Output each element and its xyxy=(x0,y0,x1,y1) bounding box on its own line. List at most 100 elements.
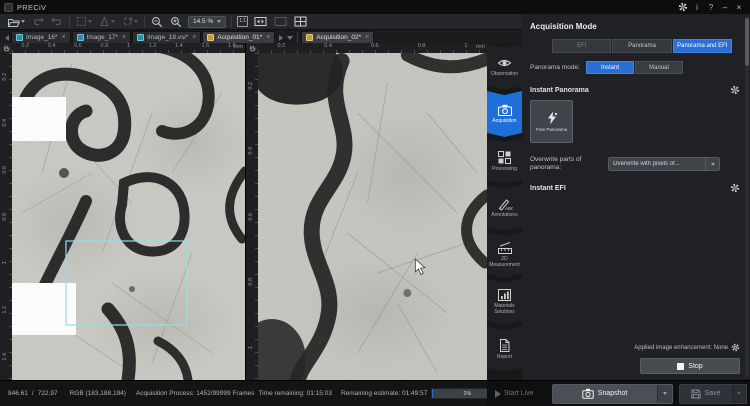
pan-tool-icon xyxy=(0,43,12,53)
tab-close-icon[interactable]: × xyxy=(121,34,126,41)
save-button[interactable]: Save xyxy=(680,385,732,403)
chevron-down-icon xyxy=(737,392,741,395)
horizontal-ruler-right-pane: 0.20.40.60.81 mm xyxy=(258,43,487,53)
tab-list-dropdown-button[interactable] xyxy=(285,32,294,43)
play-icon xyxy=(495,390,501,398)
shape-tool-dropdown-icon[interactable] xyxy=(111,20,115,23)
camera-icon xyxy=(582,388,594,399)
open-file-button[interactable] xyxy=(6,15,26,29)
acquisition-panel: Acquisition Mode EFI Panorama Panorama a… xyxy=(522,14,750,380)
snapshot-dropdown-button[interactable] xyxy=(657,385,672,403)
nav-item-2d-measurement[interactable]: 2D Measurement xyxy=(487,232,522,278)
actual-size-button[interactable]: 1:1 xyxy=(237,16,248,27)
start-live-button[interactable]: Start Live xyxy=(495,390,534,398)
instant-panorama-settings-gear-icon[interactable] xyxy=(730,85,740,95)
close-button[interactable]: × xyxy=(732,1,746,13)
image-pane-right[interactable]: 0.20.40.60.81 mm 0.20.40.60.81 xyxy=(245,43,487,380)
redo-button[interactable] xyxy=(50,15,64,29)
tab-close-icon[interactable]: × xyxy=(60,34,65,41)
multi-view-layout-button[interactable] xyxy=(293,15,308,29)
ruler-unit: mm xyxy=(476,45,485,51)
zoom-level-value: 14.5 % xyxy=(193,18,213,25)
image-pane-left[interactable]: 0.20.40.60.811.21.41.61.8 mm 0.20.40.60.… xyxy=(0,43,245,380)
image-tab-icon xyxy=(16,34,23,41)
remaining-estimate-text: Remaining estimate: 01:49:57 xyxy=(341,390,427,397)
panel-scrollbar[interactable] xyxy=(745,16,749,378)
tab-scroll-right-button[interactable] xyxy=(276,32,285,43)
stage-y-value: 722.97 xyxy=(38,390,58,397)
instant-efi-settings-gear-icon[interactable] xyxy=(730,183,740,193)
acquisition-process-text: Acquisition Process: 1452/99999 Frames xyxy=(136,390,255,397)
zoom-out-button[interactable] xyxy=(150,15,164,29)
panorama-mode-instant[interactable]: Instant xyxy=(586,61,634,74)
overwrite-mode-select[interactable]: Overwrite with pixels of... xyxy=(608,157,720,171)
nav-item-report[interactable]: Report xyxy=(487,326,522,372)
panorama-mode-manual[interactable]: Manual xyxy=(635,61,683,74)
tab-scroll-left-button[interactable] xyxy=(2,32,11,43)
open-file-dropdown-icon[interactable] xyxy=(21,20,25,23)
selection-tool-dropdown-icon[interactable] xyxy=(88,20,92,23)
panel-scrollbar-thumb[interactable] xyxy=(745,18,749,66)
titlebar: PRECiV i ? – × xyxy=(0,0,750,14)
vertical-ruler-right-pane: 0.20.40.60.81 xyxy=(246,53,258,380)
mode-tab-panorama[interactable]: Panorama xyxy=(612,39,671,53)
microscope-image-right[interactable] xyxy=(258,53,487,380)
snapshot-button[interactable]: Snapshot xyxy=(553,385,657,403)
undo-button[interactable] xyxy=(31,15,45,29)
tab-image-17[interactable]: Image_17* × xyxy=(72,31,132,43)
nav-item-observation[interactable]: Observation xyxy=(487,44,522,90)
tab-close-icon[interactable]: × xyxy=(364,34,369,41)
tab-image-18[interactable]: Image_18.vsi* × xyxy=(132,31,201,43)
fit-to-view-button[interactable] xyxy=(253,15,268,29)
mode-tab-efi[interactable]: EFI xyxy=(552,39,611,53)
zoom-level-select[interactable]: 14.5 % xyxy=(188,16,226,28)
snapshot-button-group: Snapshot xyxy=(552,384,673,404)
observation-eye-icon xyxy=(497,56,512,70)
rotate-tool-button[interactable] xyxy=(121,15,139,29)
full-screen-button[interactable] xyxy=(273,15,288,29)
floppy-save-icon xyxy=(691,389,701,399)
save-button-group: Save xyxy=(679,384,747,404)
enhancement-status-text: Applied image enhancement: None xyxy=(634,345,728,351)
rotate-tool-dropdown-icon[interactable] xyxy=(134,20,138,23)
chevron-down-icon xyxy=(663,392,667,395)
nav-item-acquisition[interactable]: Acquisition xyxy=(487,91,522,137)
nav-item-processing[interactable]: Processing xyxy=(487,138,522,184)
image-tab-icon xyxy=(77,34,84,41)
minimize-button[interactable]: – xyxy=(718,1,732,13)
pan-tool-icon xyxy=(246,43,258,53)
stage-x-value: 846.61 xyxy=(8,390,28,397)
coordinate-separator: / xyxy=(32,390,34,397)
tab-acquisition-02[interactable]: Acquisition_02* × xyxy=(301,31,374,43)
tab-acquisition-01[interactable]: Acquisition_01* × xyxy=(202,31,275,43)
acquisition-tab-icon xyxy=(207,34,214,41)
acquisition-mode-tabs: EFI Panorama Panorama and EFI xyxy=(552,39,732,53)
shape-tool-button[interactable] xyxy=(98,15,116,29)
selection-tool-button[interactable] xyxy=(75,15,93,29)
mode-tab-panorama-and-efi[interactable]: Panorama and EFI xyxy=(673,39,732,53)
instant-efi-title: Instant EFI xyxy=(530,185,566,192)
rgb-value: RGB (183,188,194) xyxy=(70,390,126,397)
app-title: PRECiV xyxy=(17,3,46,12)
free-panorama-tile-button[interactable]: Free Panorama xyxy=(530,100,573,143)
select-chevron-down-icon xyxy=(711,163,715,166)
lightning-stitch-icon xyxy=(545,111,559,125)
help-button[interactable]: ? xyxy=(704,1,718,13)
nav-item-materials-solutions[interactable]: Materials Solutions xyxy=(487,279,522,325)
save-dropdown-button[interactable] xyxy=(732,385,746,403)
settings-gear-icon[interactable] xyxy=(676,1,690,13)
overwrite-label: Overwrite parts of panorama: xyxy=(530,156,608,172)
stop-acquisition-button[interactable]: Stop xyxy=(640,358,740,374)
vertical-ruler-left-pane: 0.20.40.60.811.21.4 xyxy=(0,53,12,380)
microscope-image-left[interactable] xyxy=(12,53,245,380)
nav-item-annotations[interactable]: ABC Annotations xyxy=(487,185,522,231)
tab-close-icon[interactable]: × xyxy=(265,34,270,41)
tab-image-16[interactable]: Image_16* × xyxy=(11,31,71,43)
app-logo-icon xyxy=(4,3,13,12)
zoom-in-button[interactable] xyxy=(169,15,183,29)
enhancement-settings-gear-icon[interactable] xyxy=(731,343,740,352)
ruler-icon xyxy=(497,241,513,255)
panorama-mode-switch: Instant Manual xyxy=(586,61,683,74)
info-button[interactable]: i xyxy=(690,1,704,13)
tab-close-icon[interactable]: × xyxy=(191,34,196,41)
